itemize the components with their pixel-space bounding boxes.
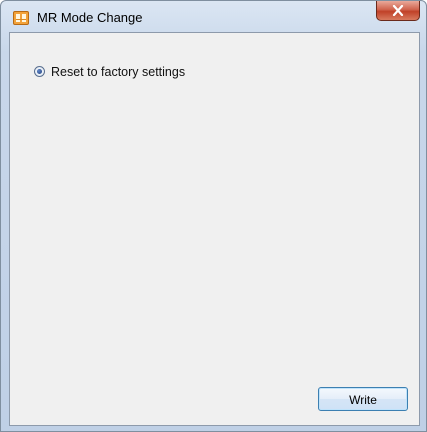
app-icon [13,10,29,26]
close-button[interactable] [376,1,420,21]
title-bar[interactable]: MR Mode Change [1,1,426,32]
dialog-client-area: Reset to factory settings Write [9,32,420,426]
reset-option-label: Reset to factory settings [51,65,186,79]
close-icon [392,5,404,16]
reset-radio[interactable] [34,66,45,77]
window-title: MR Mode Change [37,10,143,25]
write-button[interactable]: Write [318,387,408,411]
dialog-window: MR Mode Change Reset to factory settings… [0,0,427,432]
radio-selected-dot [37,69,42,74]
